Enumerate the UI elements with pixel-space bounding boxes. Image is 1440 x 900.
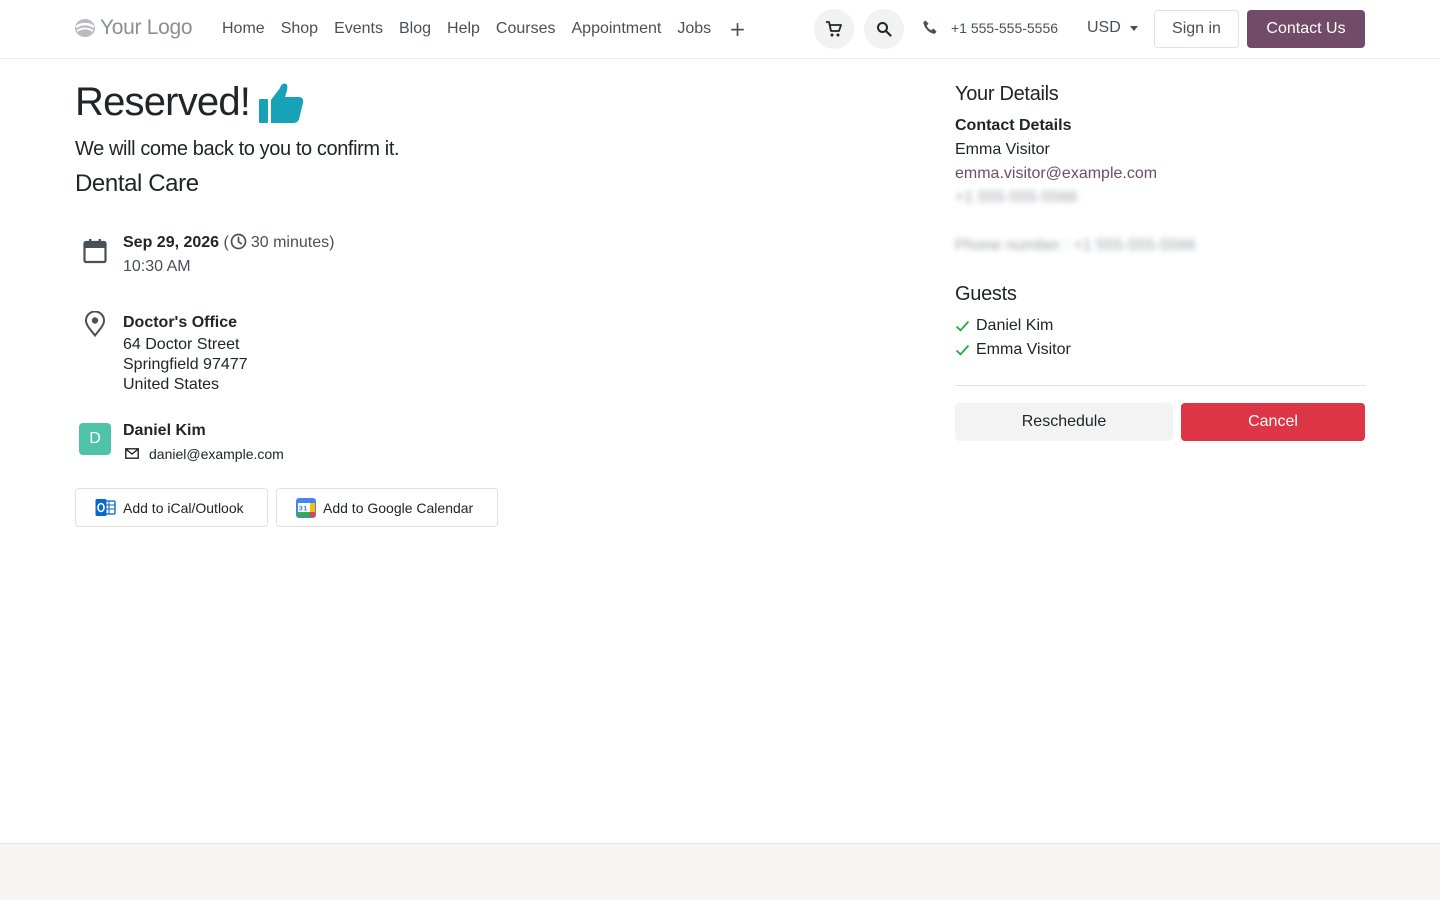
appointment-date: Sep 29, 2026 [123,234,220,251]
nav-jobs[interactable]: Jobs [669,19,719,39]
visitor-phone: +1 555-555-5566 [955,189,1078,206]
appointment-time: 10:30 AM [123,258,191,275]
appointment-duration: 30 minutes) [250,234,335,251]
location-country: United States [123,376,220,393]
ical-button-label: Add to iCal/Outlook [123,499,244,516]
staff-avatar: D [79,423,111,455]
currency-value: USD [1087,19,1121,36]
guests-heading: Guests [955,283,1017,305]
visitor-email[interactable]: emma.visitor@example.com [955,165,1157,183]
add-to-ical-outlook-button[interactable]: Add to iCal/Outlook [75,488,268,527]
search-button[interactable] [864,9,904,49]
check-icon [955,320,970,332]
phone-icon [923,20,937,34]
visitor-name: Emma Visitor [955,141,1050,158]
google-calendar-icon: 31 [296,497,316,518]
nav-appointment[interactable]: Appointment [564,19,670,39]
page-footer [0,843,1440,900]
nav-blog[interactable]: Blog [391,19,439,39]
visitor-phone-row: Phone number : +1 555-555-5566 [955,237,1196,254]
sign-in-button[interactable]: Sign in [1154,10,1239,48]
add-to-google-calendar-button[interactable]: 31 Add to Google Calendar [276,488,498,527]
your-details-heading: Your Details [955,83,1059,105]
guest-item: Emma Visitor [955,341,1071,359]
guest-item: Daniel Kim [955,317,1053,335]
cancel-button[interactable]: Cancel [1181,403,1365,441]
google-calendar-button-label: Add to Google Calendar [323,499,474,516]
cart-button[interactable] [814,9,854,49]
guest-name: Daniel Kim [976,317,1054,334]
confirmation-title-row: Reserved! [75,80,304,125]
thumbs-up-icon [259,83,304,123]
nav-shop[interactable]: Shop [273,19,326,39]
duration-paren: ( [223,234,229,251]
top-navbar: Your Logo Home Shop Events Blog Help Cou… [0,0,1440,59]
logo-text: Your Logo [100,16,193,39]
guest-name: Emma Visitor [976,341,1071,358]
search-icon [877,22,892,37]
contact-details-heading: Contact Details [955,117,1072,134]
nav-help[interactable]: Help [439,19,488,39]
appointment-datetime: Sep 29, 2026 ( 30 minutes) [123,233,334,253]
staff-email[interactable]: daniel@example.com [149,444,284,464]
main-nav: Home Shop Events Blog Help Courses Appoi… [214,19,756,39]
staff-name: Daniel Kim [123,422,206,439]
location-pin-icon [84,311,106,337]
reschedule-button[interactable]: Reschedule [955,403,1173,441]
location-street: 64 Doctor Street [123,336,240,353]
appointment-type: Dental Care [75,170,199,197]
location-name: Doctor's Office [123,314,238,331]
nav-courses[interactable]: Courses [488,19,564,39]
nav-add-icon[interactable]: + [719,19,756,39]
nav-home[interactable]: Home [214,19,273,39]
currency-dropdown[interactable]: USD [1087,19,1138,37]
svg-text:31: 31 [298,504,308,512]
cart-icon [826,21,842,37]
header-phone[interactable]: +1 555-555-5556 [922,19,1058,36]
clock-icon [230,233,247,250]
phone-number: +1 555-555-5556 [951,19,1059,36]
calendar-icon [83,239,107,264]
envelope-icon [125,448,139,459]
outlook-icon [95,499,116,516]
contact-us-button[interactable]: Contact Us [1247,10,1365,48]
logo[interactable]: Your Logo [74,16,193,40]
logo-icon [75,19,95,37]
page-title: Reserved! [75,80,251,124]
location-city: Springfield 97477 [123,356,248,373]
check-icon [955,344,970,356]
caret-down-icon [1129,25,1138,31]
nav-events[interactable]: Events [326,19,391,39]
confirmation-message: We will come back to you to confirm it. [75,138,400,160]
details-divider [955,385,1366,386]
